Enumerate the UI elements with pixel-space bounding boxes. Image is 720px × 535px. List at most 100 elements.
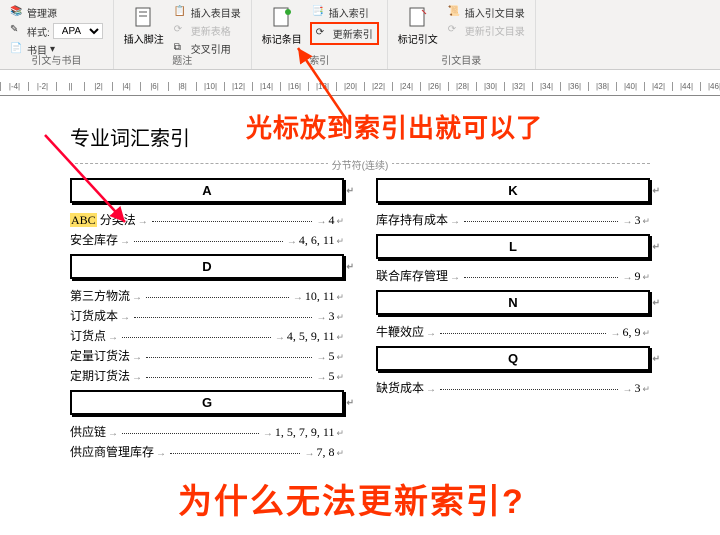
ruler-mark: |8| bbox=[168, 82, 196, 91]
ruler-mark: |24| bbox=[392, 82, 420, 91]
index-term: 供应链 bbox=[70, 423, 106, 440]
ruler-mark: |10| bbox=[196, 82, 224, 91]
ribbon-group-toa: 标记引文 📜插入引文目录 ⟳更新引文目录 引文目录 bbox=[388, 0, 536, 69]
annotation-bottom: 为什么无法更新索引? bbox=[178, 474, 525, 523]
index-term: 订货成本 bbox=[70, 307, 118, 324]
ruler-mark: |46| bbox=[700, 82, 720, 91]
ruler-mark: |30| bbox=[476, 82, 504, 91]
index-icon: 📑 bbox=[312, 6, 326, 20]
document-area: 专业词汇索引 分节符(连续) AABC 分类法→→4↵安全库存→→4, 6, 1… bbox=[0, 96, 720, 463]
index-term: 定期订货法 bbox=[70, 367, 130, 384]
index-page: 5 bbox=[328, 369, 334, 384]
index-letter-header: Q bbox=[376, 346, 650, 371]
ruler-mark: |42| bbox=[644, 82, 672, 91]
group-label-index: 索引 bbox=[252, 52, 387, 67]
annotation-top: 光标放到索引出就可以了 bbox=[246, 108, 543, 145]
book-icon: 📚 bbox=[10, 6, 24, 20]
citation-icon bbox=[406, 6, 430, 30]
index-entry: 供应商管理库存→→7, 8↵ bbox=[70, 443, 344, 460]
index-entry: 供应链→→1, 5, 7, 9, 11↵ bbox=[70, 423, 344, 440]
style-dropdown[interactable]: APA bbox=[53, 23, 103, 39]
index-term: 供应商管理库存 bbox=[70, 443, 154, 460]
index-letter-header: A bbox=[70, 178, 344, 203]
ruler-mark: |6| bbox=[140, 82, 168, 91]
index-entry: 第三方物流→→10, 11↵ bbox=[70, 287, 344, 304]
tof-icon: 📋 bbox=[174, 6, 188, 20]
index-letter-header: K bbox=[376, 178, 650, 203]
index-entry: 牛鞭效应→→6, 9↵ bbox=[376, 323, 650, 340]
page: 专业词汇索引 分节符(连续) AABC 分类法→→4↵安全库存→→4, 6, 1… bbox=[70, 122, 650, 463]
index-entry: 库存持有成本→→3↵ bbox=[376, 211, 650, 228]
ruler-mark: |4| bbox=[112, 82, 140, 91]
ruler-mark: |20| bbox=[336, 82, 364, 91]
ruler-mark: |32| bbox=[504, 82, 532, 91]
index-page: 3 bbox=[328, 309, 334, 324]
index-letter-header: G bbox=[70, 390, 344, 415]
index-page: 4, 5, 9, 11 bbox=[287, 329, 335, 344]
ruler-mark: |2| bbox=[84, 82, 112, 91]
ruler-mark: |28| bbox=[448, 82, 476, 91]
ribbon-group-index: 标记条目 📑插入索引 ⟳更新索引 索引 bbox=[252, 0, 388, 69]
ruler-mark: || bbox=[56, 82, 84, 91]
ruler-mark: |-4| bbox=[0, 82, 28, 91]
index-page: 10, 11 bbox=[305, 289, 335, 304]
ruler-mark: |26| bbox=[420, 82, 448, 91]
update-index-button[interactable]: ⟳更新索引 bbox=[310, 22, 379, 45]
index-page: 7, 8 bbox=[316, 445, 334, 460]
ruler-mark: |38| bbox=[588, 82, 616, 91]
index-page: 6, 9 bbox=[622, 325, 640, 340]
ruler-mark: |36| bbox=[560, 82, 588, 91]
index-term: 牛鞭效应 bbox=[376, 323, 424, 340]
ruler-mark: |40| bbox=[616, 82, 644, 91]
insert-toa-button[interactable]: 📜插入引文目录 bbox=[446, 4, 527, 21]
index-col-left: AABC 分类法→→4↵安全库存→→4, 6, 11↵D第三方物流→→10, 1… bbox=[70, 172, 344, 463]
ruler: |-4||-2||||2||4||6||8||10||12||14||16||1… bbox=[0, 78, 720, 96]
group-label-captions: 题注 bbox=[114, 52, 251, 67]
ruler-mark: |12| bbox=[224, 82, 252, 91]
index-term: 库存持有成本 bbox=[376, 211, 448, 228]
index-letter-header: L bbox=[376, 234, 650, 259]
insert-tof-button[interactable]: 📋插入表目录 bbox=[172, 4, 243, 21]
index-page: 4 bbox=[328, 213, 334, 228]
index-page: 5 bbox=[328, 349, 334, 364]
style-icon: ✎ bbox=[10, 24, 24, 38]
ruler-mark: |18| bbox=[308, 82, 336, 91]
ruler-mark: |44| bbox=[672, 82, 700, 91]
refresh-icon: ⟳ bbox=[316, 27, 330, 41]
group-label-toa: 引文目录 bbox=[388, 52, 535, 67]
index-term: 定量订货法 bbox=[70, 347, 130, 364]
ruler-mark: |22| bbox=[364, 82, 392, 91]
mark-citation-button[interactable]: 标记引文 bbox=[396, 4, 440, 48]
refresh-icon: ⟳ bbox=[448, 24, 462, 38]
index-term: ABC 分类法 bbox=[70, 211, 136, 228]
insert-index-button[interactable]: 📑插入索引 bbox=[310, 4, 379, 21]
section-break: 分节符(连续) bbox=[70, 163, 650, 164]
ruler-mark: |14| bbox=[252, 82, 280, 91]
ribbon-group-captions: 插入脚注 📋插入表目录 ⟳更新表格 ⧉交叉引用 题注 bbox=[114, 0, 252, 69]
ruler-mark: |-2| bbox=[28, 82, 56, 91]
style-select[interactable]: ✎样式:APA bbox=[8, 22, 105, 40]
refresh-icon: ⟳ bbox=[174, 24, 188, 38]
group-label-citations: 引文与书目 bbox=[0, 52, 113, 67]
manage-sources-button[interactable]: 📚管理源 bbox=[8, 4, 105, 21]
index-entry: 定期订货法→→5↵ bbox=[70, 367, 344, 384]
ribbon: 📚管理源 ✎样式:APA 📄书目 ▾ 引文与书目 插入脚注 📋插入表目录 ⟳更新… bbox=[0, 0, 720, 70]
ruler-mark: |16| bbox=[280, 82, 308, 91]
index-letter-header: N bbox=[376, 290, 650, 315]
index-letter-header: D bbox=[70, 254, 344, 279]
mark-entry-button[interactable]: 标记条目 bbox=[260, 4, 304, 48]
update-table-button: ⟳更新表格 bbox=[172, 22, 243, 39]
footnote-icon bbox=[132, 6, 156, 30]
index-term: 第三方物流 bbox=[70, 287, 130, 304]
index-columns: AABC 分类法→→4↵安全库存→→4, 6, 11↵D第三方物流→→10, 1… bbox=[70, 172, 650, 463]
index-page: 9 bbox=[634, 269, 640, 284]
index-term: 缺货成本 bbox=[376, 379, 424, 396]
index-entry: ABC 分类法→→4↵ bbox=[70, 211, 344, 228]
index-entry: 缺货成本→→3↵ bbox=[376, 379, 650, 396]
index-entry: 订货成本→→3↵ bbox=[70, 307, 344, 324]
index-page: 3 bbox=[634, 381, 640, 396]
index-term: 安全库存 bbox=[70, 231, 118, 248]
index-page: 3 bbox=[634, 213, 640, 228]
update-toa-button: ⟳更新引文目录 bbox=[446, 22, 527, 39]
insert-footnote-button[interactable]: 插入脚注 bbox=[122, 4, 166, 48]
